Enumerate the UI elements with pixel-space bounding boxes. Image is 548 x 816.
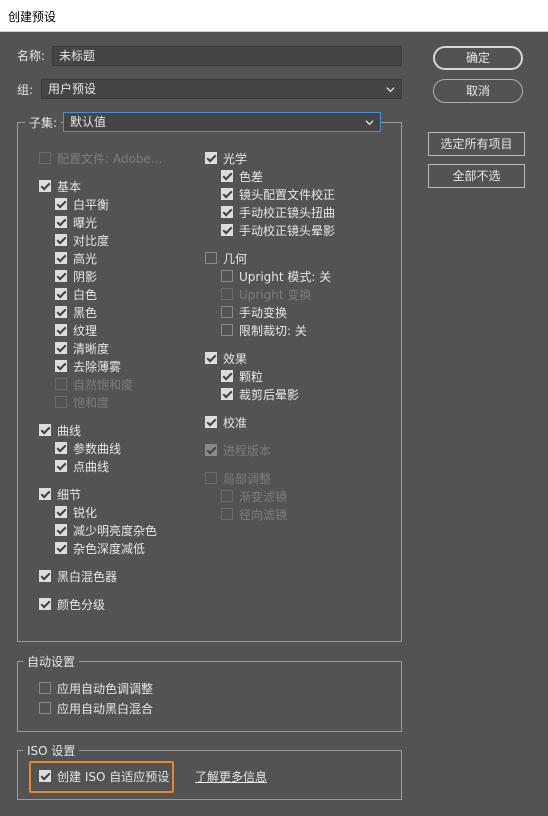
checkbox-curves[interactable]: 曲线 bbox=[39, 422, 81, 438]
checkbox-auto-tone[interactable]: 应用自动色调调整 bbox=[39, 680, 153, 696]
checkbox-contrast[interactable]: 对比度 bbox=[55, 232, 109, 248]
checkbox-graduated-filter[interactable]: 渐变滤镜 bbox=[221, 488, 287, 504]
checkbox-constrain-crop[interactable]: 限制裁切: 关 bbox=[221, 322, 307, 338]
checkbox-manual-transform[interactable]: 手动变换 bbox=[221, 304, 287, 320]
checkbox-effects[interactable]: 效果 bbox=[205, 350, 247, 366]
checkbox-basic[interactable]: 基本 bbox=[39, 178, 81, 194]
checkbox-manual-distortion[interactable]: 手动校正镜头扭曲 bbox=[221, 204, 335, 220]
learn-more-link[interactable]: 了解更多信息 bbox=[195, 768, 267, 785]
checkbox-profile[interactable]: 配置文件: Adobe... bbox=[39, 150, 162, 166]
group-label: 组: bbox=[17, 83, 34, 97]
group-select-value: 用户预设 bbox=[48, 82, 97, 96]
checkbox-clarity[interactable]: 清晰度 bbox=[55, 340, 109, 356]
checkbox-optics[interactable]: 光学 bbox=[205, 150, 247, 166]
checkbox-saturation[interactable]: 饱和度 bbox=[55, 394, 109, 410]
select-all-button[interactable]: 选定所有项目 bbox=[428, 132, 525, 156]
ok-button[interactable]: 确定 bbox=[433, 46, 523, 70]
auto-settings-group bbox=[17, 661, 402, 732]
checkbox-radial-filter[interactable]: 径向滤镜 bbox=[221, 506, 287, 522]
checkbox-local-adjustments[interactable]: 局部调整 bbox=[205, 470, 271, 486]
checkbox-blacks[interactable]: 黑色 bbox=[55, 304, 97, 320]
checkbox-point-curve[interactable]: 点曲线 bbox=[55, 458, 109, 474]
checkbox-sharpening[interactable]: 锐化 bbox=[55, 504, 97, 520]
name-label: 名称: bbox=[17, 49, 46, 63]
checkbox-auto-bw[interactable]: 应用自动黑白混合 bbox=[39, 700, 153, 716]
subset-label: 子集: bbox=[25, 114, 62, 131]
chevron-down-icon bbox=[386, 87, 395, 93]
subset-select-value: 默认值 bbox=[70, 115, 107, 129]
checkbox-calibration[interactable]: 校准 bbox=[205, 414, 247, 430]
checkbox-highlights[interactable]: 高光 bbox=[55, 250, 97, 266]
checkbox-bw-mixer[interactable]: 黑白混色器 bbox=[39, 568, 117, 584]
select-none-button[interactable]: 全部不选 bbox=[428, 164, 525, 188]
iso-settings-legend: ISO 设置 bbox=[23, 742, 80, 759]
window-title: 创建预设 bbox=[8, 10, 57, 24]
checkbox-geometry[interactable]: 几何 bbox=[205, 250, 247, 266]
checkbox-detail[interactable]: 细节 bbox=[39, 486, 81, 502]
checkbox-upright-mode[interactable]: Upright 模式: 关 bbox=[221, 268, 331, 284]
title-bar: 创建预设 bbox=[0, 0, 548, 32]
checkbox-upright-transform[interactable]: Upright 变换 bbox=[221, 286, 311, 302]
checkbox-lens-profile[interactable]: 镜头配置文件校正 bbox=[221, 186, 335, 202]
cancel-button[interactable]: 取消 bbox=[433, 79, 523, 103]
checkbox-exposure[interactable]: 曝光 bbox=[55, 214, 97, 230]
subset-select[interactable]: 默认值 bbox=[63, 112, 381, 132]
auto-settings-legend: 自动设置 bbox=[23, 653, 80, 670]
checkbox-shadows[interactable]: 阴影 bbox=[55, 268, 97, 284]
checkbox-manual-vignette[interactable]: 手动校正镜头晕影 bbox=[221, 222, 335, 238]
checkbox-parametric-curve[interactable]: 参数曲线 bbox=[55, 440, 121, 456]
checkbox-luminance-noise[interactable]: 减少明亮度杂色 bbox=[55, 522, 157, 538]
chevron-down-icon bbox=[365, 120, 374, 126]
checkbox-chromatic-aberration[interactable]: 色差 bbox=[221, 168, 263, 184]
checkbox-create-iso-preset[interactable]: 创建 ISO 自适应预设 bbox=[39, 768, 169, 784]
checkbox-color-noise[interactable]: 杂色深度减低 bbox=[55, 540, 145, 556]
group-select[interactable]: 用户预设 bbox=[41, 79, 402, 99]
checkbox-grain[interactable]: 颗粒 bbox=[221, 368, 263, 384]
checkbox-vibrance[interactable]: 自然饱和度 bbox=[55, 376, 133, 392]
checkbox-process-version[interactable]: 进程版本 bbox=[205, 442, 271, 458]
checkbox-post-crop-vignette[interactable]: 裁剪后晕影 bbox=[221, 386, 299, 402]
checkbox-white-balance[interactable]: 白平衡 bbox=[55, 196, 109, 212]
checkbox-texture[interactable]: 纹理 bbox=[55, 322, 97, 338]
checkbox-color-grading[interactable]: 颜色分级 bbox=[39, 596, 105, 612]
checkbox-dehaze[interactable]: 去除薄雾 bbox=[55, 358, 121, 374]
name-input[interactable]: 未标题 bbox=[52, 46, 402, 66]
checkbox-whites[interactable]: 白色 bbox=[55, 286, 97, 302]
